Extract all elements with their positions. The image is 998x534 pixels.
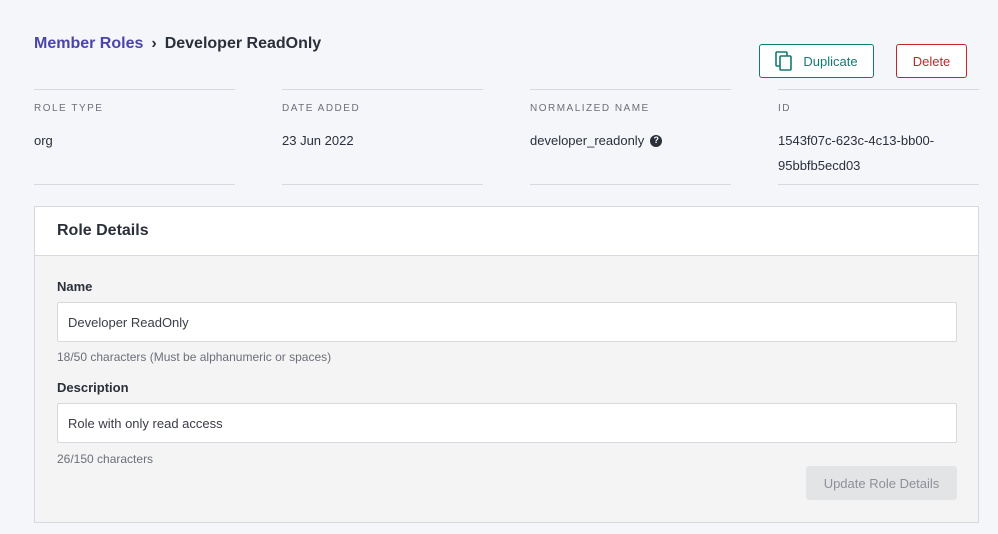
breadcrumb-separator: ›	[151, 35, 157, 52]
duplicate-button[interactable]: Duplicate	[759, 44, 874, 78]
id-label: ID	[778, 103, 791, 114]
description-input[interactable]	[57, 403, 957, 443]
description-label: Description	[57, 380, 129, 395]
name-label: Name	[57, 279, 93, 294]
meta-role-type: ROLE TYPE org	[34, 89, 235, 185]
name-hint: 18/50 characters (Must be alphanumeric o…	[57, 350, 332, 364]
meta-date-added: DATE ADDED 23 Jun 2022	[282, 89, 483, 185]
breadcrumb: Member Roles › Developer ReadOnly	[34, 35, 321, 53]
page-title: Developer ReadOnly	[164, 35, 322, 52]
meta-normalized-name: NORMALIZED NAME developer_readonly ?	[530, 89, 731, 185]
name-input[interactable]	[57, 302, 957, 342]
role-type-value: org	[34, 133, 53, 148]
date-added-value: 23 Jun 2022	[282, 133, 354, 148]
id-value: 1543f07c-623c-4c13-bb00- 95bbfb5ecd03	[778, 128, 934, 178]
meta-id: ID 1543f07c-623c-4c13-bb00- 95bbfb5ecd03	[778, 89, 979, 185]
normalized-name-value-wrap: developer_readonly ?	[530, 128, 663, 153]
normalized-name-label: NORMALIZED NAME	[530, 103, 650, 114]
date-added-label: DATE ADDED	[282, 103, 361, 114]
role-type-label: ROLE TYPE	[34, 103, 104, 114]
normalized-name-value: developer_readonly	[530, 133, 645, 148]
page: Member Roles › Developer ReadOnly Duplic…	[0, 0, 998, 534]
role-details-title: Role Details	[35, 207, 978, 256]
duplicate-button-label: Duplicate	[803, 53, 858, 69]
id-value-line-2: 95bbfb5ecd03	[778, 158, 861, 173]
role-details-card: Role Details Name 18/50 characters (Must…	[34, 206, 979, 523]
update-role-details-button[interactable]: Update Role Details	[806, 466, 957, 500]
help-icon[interactable]: ?	[650, 134, 663, 147]
description-hint: 26/150 characters	[57, 452, 154, 466]
delete-button[interactable]: Delete	[896, 44, 967, 78]
copy-icon	[775, 51, 793, 71]
id-value-line-1: 1543f07c-623c-4c13-bb00-	[778, 133, 935, 148]
breadcrumb-member-roles-link[interactable]: Member Roles	[34, 35, 143, 53]
